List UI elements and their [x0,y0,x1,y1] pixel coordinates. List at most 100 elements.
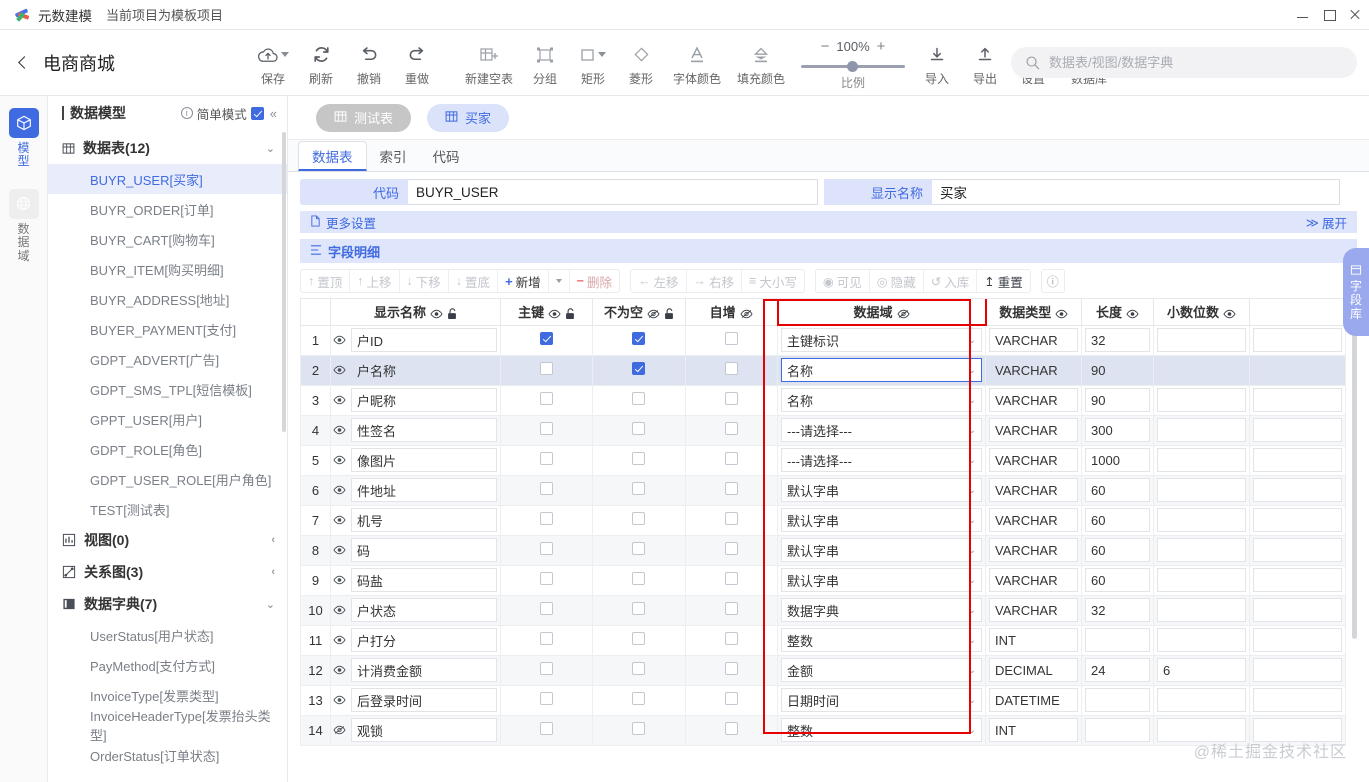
not-null-checkbox[interactable] [632,692,645,705]
grid-cell-not-null[interactable] [593,355,685,385]
grid-cell-domain[interactable]: 名称⌄ [778,355,986,385]
grid-cell-length[interactable]: 60 [1082,505,1154,535]
length-input[interactable]: 32 [1085,328,1150,352]
grid-cell-auto-increment[interactable] [685,565,777,595]
grid-cell-decimal[interactable]: 6 [1154,655,1250,685]
grid-header-idx[interactable] [301,299,331,325]
eye-icon[interactable] [548,309,561,319]
decimal-input[interactable] [1157,358,1246,382]
decimal-input[interactable] [1157,598,1246,622]
save-dropdown-caret-icon[interactable] [281,52,289,57]
grid-cell-extra[interactable] [1250,505,1346,535]
grid-cell-name[interactable]: 户状态 [331,595,501,625]
auto-increment-checkbox[interactable] [725,662,738,675]
grid-cell-decimal[interactable] [1154,565,1250,595]
chevron-down-icon[interactable]: ⌄ [968,395,976,406]
grid-cell-length[interactable]: 60 [1082,535,1154,565]
extra-input[interactable] [1253,388,1342,412]
grid-cell-name[interactable]: 码盐 [331,565,501,595]
grid-cell-auto-increment[interactable] [685,715,777,745]
data-type-input[interactable]: VARCHAR [989,448,1078,472]
new-table-button[interactable]: 新建空表 [458,39,520,87]
save-button[interactable]: 保存 [250,39,296,87]
search-box[interactable] [1011,47,1357,78]
table-row[interactable]: 13后登录时间日期时间⌄DATETIME [301,685,1346,715]
fill-color-button[interactable]: 填充颜色 [730,39,792,87]
open-table-chip-1[interactable]: 买家 [427,104,509,132]
auto-increment-checkbox[interactable] [725,332,738,345]
primary-key-checkbox[interactable] [540,332,553,345]
grid-cell-type[interactable]: INT [986,625,1082,655]
not-null-checkbox[interactable] [632,422,645,435]
not-null-checkbox[interactable] [632,452,645,465]
grid-cell-length[interactable]: 300 [1082,415,1154,445]
grid-toolbar-eye-off-button[interactable]: ◎隐藏 [870,270,924,292]
extra-input[interactable] [1253,328,1342,352]
display-name-cell-input[interactable]: 计消费金额 [351,658,497,682]
data-type-input[interactable]: VARCHAR [989,358,1078,382]
font-color-button[interactable]: 字体颜色 [666,39,728,87]
chevron-down-icon[interactable]: ⌄ [968,725,976,736]
grid-header-auto[interactable]: 自增 [685,299,777,325]
not-null-checkbox[interactable] [632,542,645,555]
decimal-input[interactable] [1157,448,1246,472]
chevron-down-icon[interactable]: ⌄ [968,575,976,586]
zoom-in-button[interactable]: + [877,38,886,55]
close-icon[interactable] [1349,9,1361,21]
grid-cell-type[interactable]: VARCHAR [986,355,1082,385]
extra-input[interactable] [1253,658,1342,682]
extra-input[interactable] [1253,538,1342,562]
sidebar-item-gdpt_role[interactable]: GDPT_ROLE[角色] [48,434,287,464]
data-type-input[interactable]: VARCHAR [989,598,1078,622]
chevron-left-icon[interactable]: ‹ [271,566,275,578]
primary-key-checkbox[interactable] [540,602,553,615]
grid-cell-decimal[interactable] [1154,415,1250,445]
grid-cell-length[interactable] [1082,685,1154,715]
search-input[interactable] [1049,55,1343,70]
grid-cell-not-null[interactable] [593,595,685,625]
table-row[interactable]: 11户打分整数⌄INT [301,625,1346,655]
grid-cell-extra[interactable] [1250,355,1346,385]
grid-cell-name[interactable]: 码 [331,535,501,565]
import-button[interactable]: 导入 [914,39,960,87]
chevron-down-icon[interactable]: ⌄ [968,425,976,436]
zoom-control[interactable]: − 100% + 比例 [798,34,908,91]
eye-icon[interactable] [1126,309,1139,319]
decimal-input[interactable] [1157,628,1246,652]
sidebar-item-gdpt_sms_tpl[interactable]: GDPT_SMS_TPL[短信模板] [48,374,287,404]
grid-cell-auto-increment[interactable] [685,325,777,355]
grid-cell-name[interactable]: 计消费金额 [331,655,501,685]
grid-cell-extra[interactable] [1250,685,1346,715]
grid-cell-not-null[interactable] [593,475,685,505]
grid-cell-domain[interactable]: 默认字串⌄ [778,565,986,595]
eye-off-icon[interactable] [740,309,753,319]
eye-icon[interactable] [333,425,346,435]
auto-increment-checkbox[interactable] [725,722,738,735]
length-input[interactable]: 60 [1085,568,1150,592]
primary-key-checkbox[interactable] [540,572,553,585]
chevron-down-icon[interactable]: ⌄ [968,695,976,706]
grid-cell-type[interactable]: DATETIME [986,685,1082,715]
display-name-cell-input[interactable]: 户ID [351,328,497,352]
grid-toolbar-right-arrow-button[interactable]: →右移 [687,270,743,292]
sidebar-item-buyr_order[interactable]: BUYR_ORDER[订单] [48,194,287,224]
grid-cell-length[interactable]: 60 [1082,475,1154,505]
table-row[interactable]: 8码默认字串⌄VARCHAR60 [301,535,1346,565]
sidebar-item-buyer_payment[interactable]: BUYER_PAYMENT[支付] [48,314,287,344]
chevron-down-icon[interactable]: ⌄ [968,365,976,376]
grid-cell-primary-key[interactable] [501,475,593,505]
display-name-cell-input[interactable]: 户名称 [351,358,497,382]
extra-input[interactable] [1253,628,1342,652]
data-type-input[interactable]: VARCHAR [989,478,1078,502]
not-null-checkbox[interactable] [632,722,645,735]
grid-toolbar-reset-button[interactable]: ↥重置 [977,270,1030,292]
grid-cell-length[interactable] [1082,715,1154,745]
grid-cell-not-null[interactable] [593,415,685,445]
grid-cell-extra[interactable] [1250,475,1346,505]
decimal-input[interactable] [1157,388,1246,412]
eye-icon[interactable] [333,665,346,675]
decimal-input[interactable] [1157,328,1246,352]
chevron-down-icon[interactable]: ⌄ [266,598,275,611]
minimize-icon[interactable] [1297,9,1309,21]
grid-cell-length[interactable]: 1000 [1082,445,1154,475]
